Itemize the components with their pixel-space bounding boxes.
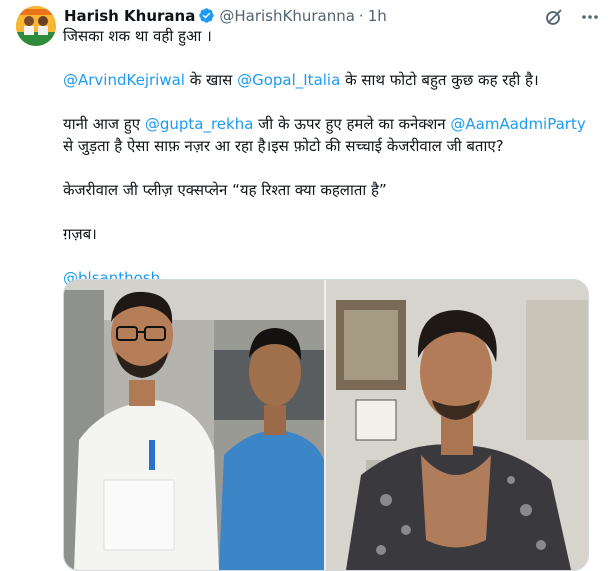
- tweet[interactable]: Harish Khurana @HarishKhuranna · 1h जिसका श…: [0, 0, 608, 571]
- tweet-header: Harish Khurana @HarishKhuranna · 1h: [64, 5, 598, 27]
- header-actions: [544, 7, 600, 27]
- tweet-text-fragment: के खास: [184, 71, 238, 89]
- timestamp[interactable]: 1h: [368, 7, 387, 25]
- mention-link[interactable]: @ArvindKejriwal: [63, 71, 185, 89]
- more-options-icon[interactable]: [580, 7, 600, 27]
- tweet-text-fragment: से जुड़ता है ऐसा साफ़ नज़र आ रहा है।इस फ…: [63, 137, 504, 155]
- tweet-text: जिसका शक था वही हुआ । @ArvindKejriwal के…: [63, 25, 598, 289]
- separator-dot: ·: [358, 7, 364, 25]
- author-handle[interactable]: @HarishKhuranna: [219, 7, 355, 25]
- mention-link[interactable]: @AamAadmiParty: [450, 115, 585, 133]
- media-grid[interactable]: [63, 279, 589, 571]
- photo-two-men[interactable]: [64, 280, 324, 570]
- tweet-paragraph: केजरीवाल जी प्लीज़ एक्सप्लेन “यह रिश्ता …: [63, 181, 387, 199]
- tweet-paragraph: @ArvindKejriwal के खास @Gopal_Italia के …: [63, 69, 598, 91]
- tweet-text-fragment: के साथ फोटो बहुत कुछ कह रही है।: [340, 71, 539, 89]
- avatar[interactable]: [16, 6, 56, 46]
- author-name[interactable]: Harish Khurana: [64, 7, 195, 25]
- tweet-paragraph: यानी आज हुए @gupta_rekha जी के ऊपर हुए ह…: [63, 113, 598, 157]
- photo-detained-man[interactable]: [326, 280, 588, 570]
- tweet-line: जिसका शक था वही हुआ ।: [63, 27, 212, 45]
- tweet-text-fragment: यानी आज हुए: [63, 115, 145, 133]
- mention-link[interactable]: @Gopal_Italia: [237, 71, 340, 89]
- grok-icon[interactable]: [544, 7, 564, 27]
- tweet-text-fragment: जी के ऊपर हुए हमले का कनेक्शन: [253, 115, 451, 133]
- mention-link[interactable]: @gupta_rekha: [145, 115, 254, 133]
- tweet-paragraph: ग़ज़ब।: [63, 225, 97, 243]
